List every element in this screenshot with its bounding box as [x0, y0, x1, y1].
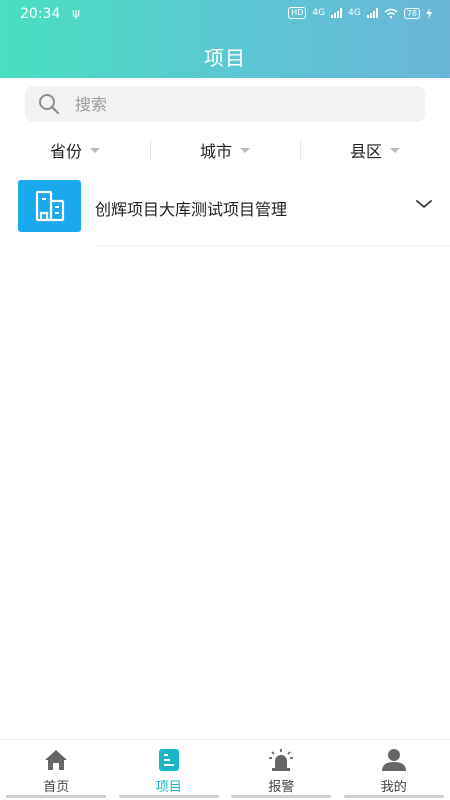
- tab-label: 我的: [380, 780, 407, 795]
- search-bar[interactable]: [25, 86, 425, 122]
- project-icon: [158, 749, 179, 771]
- page-title: 项目: [204, 46, 246, 70]
- filter-province[interactable]: 省份: [0, 136, 150, 164]
- tab-indicator: [343, 795, 444, 798]
- building-icon: [35, 190, 64, 222]
- filter-bar: 省份 城市 县区: [0, 136, 450, 164]
- status-time: 20:34: [20, 6, 61, 22]
- tab-home[interactable]: 首页: [0, 740, 113, 800]
- tab-label: 项目: [155, 780, 182, 795]
- status-indicators: HD 4G 4G 78: [288, 7, 432, 19]
- tab-indicator: [231, 795, 332, 798]
- tab-mine[interactable]: 我的: [338, 740, 450, 800]
- project-list-item[interactable]: 创辉项目大库测试项目管理: [0, 178, 450, 246]
- filter-district[interactable]: 县区: [300, 136, 450, 164]
- tab-label: 报警: [268, 780, 295, 795]
- home-icon: [45, 750, 68, 770]
- app-header: 20:34 ψ HD 4G 4G 78 项目: [0, 0, 450, 78]
- caret-down-icon: [240, 147, 250, 153]
- filter-label: 省份: [49, 142, 82, 161]
- usb-icon: ψ: [72, 6, 80, 20]
- user-icon: [381, 749, 406, 771]
- tab-indicator: [118, 795, 219, 798]
- project-name: 创辉项目大库测试项目管理: [95, 200, 288, 219]
- project-thumbnail: [18, 180, 81, 232]
- status-bar: 20:34 ψ HD 4G 4G 78: [0, 0, 450, 28]
- tab-indicator: [6, 795, 107, 798]
- alarm-icon: [269, 749, 294, 771]
- network-label-1: 4G: [312, 8, 326, 18]
- tab-label: 首页: [43, 780, 70, 795]
- caret-down-icon: [390, 147, 400, 153]
- tab-alarm[interactable]: 报警: [225, 740, 338, 800]
- wifi-icon: [384, 8, 398, 18]
- search-input[interactable]: [75, 94, 375, 114]
- chevron-down-icon[interactable]: [416, 198, 432, 210]
- charging-icon: [426, 7, 432, 19]
- battery-icon: 78: [403, 7, 420, 19]
- signal-icon-2: [366, 8, 378, 18]
- search-icon: [39, 94, 60, 115]
- network-label-2: 4G: [348, 8, 361, 18]
- signal-icon: [331, 8, 343, 18]
- hd-badge: HD: [288, 7, 307, 19]
- bottom-tab-bar: 首页 项目 报警 我的: [0, 739, 450, 800]
- filter-city[interactable]: 城市: [150, 136, 300, 164]
- row-divider: [95, 245, 450, 246]
- tab-project[interactable]: 项目: [113, 740, 226, 800]
- filter-label: 县区: [349, 142, 382, 161]
- filter-label: 城市: [199, 142, 232, 161]
- caret-down-icon: [90, 147, 100, 153]
